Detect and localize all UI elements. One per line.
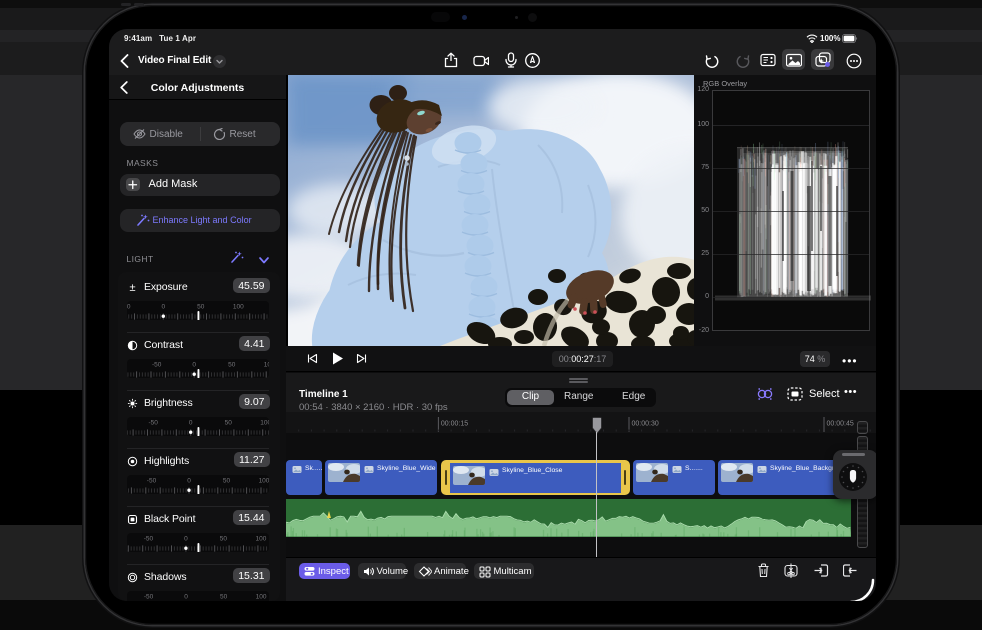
svg-text:100: 100 xyxy=(255,535,266,542)
svg-text:50: 50 xyxy=(220,593,228,600)
svg-text:-50: -50 xyxy=(147,477,157,484)
svg-text:100: 100 xyxy=(260,419,269,426)
svg-text:-50: -50 xyxy=(148,419,158,426)
svg-text:00:00:45: 00:00:45 xyxy=(827,421,854,428)
svg-text:0: 0 xyxy=(161,303,165,310)
svg-text:50: 50 xyxy=(228,361,236,368)
svg-text:00:00:30: 00:00:30 xyxy=(632,421,659,428)
svg-text:0: 0 xyxy=(184,593,188,600)
svg-text:100: 100 xyxy=(256,593,267,600)
svg-text:100: 100 xyxy=(233,303,244,310)
svg-text:100: 100 xyxy=(264,361,269,368)
svg-text:-50: -50 xyxy=(127,303,131,310)
svg-text:-50: -50 xyxy=(144,593,154,600)
svg-text:50: 50 xyxy=(220,535,228,542)
svg-text:00:00:15: 00:00:15 xyxy=(441,421,468,428)
svg-text:0: 0 xyxy=(189,419,193,426)
svg-text:0: 0 xyxy=(187,477,191,484)
svg-text:50: 50 xyxy=(197,303,205,310)
svg-text:100: 100 xyxy=(259,477,269,484)
svg-text:0: 0 xyxy=(192,361,196,368)
svg-text:50: 50 xyxy=(225,419,233,426)
svg-text:50: 50 xyxy=(223,477,231,484)
svg-text:±: ± xyxy=(129,282,135,293)
svg-text:-50: -50 xyxy=(152,361,162,368)
svg-text:-50: -50 xyxy=(144,535,154,542)
svg-text:0: 0 xyxy=(184,535,188,542)
